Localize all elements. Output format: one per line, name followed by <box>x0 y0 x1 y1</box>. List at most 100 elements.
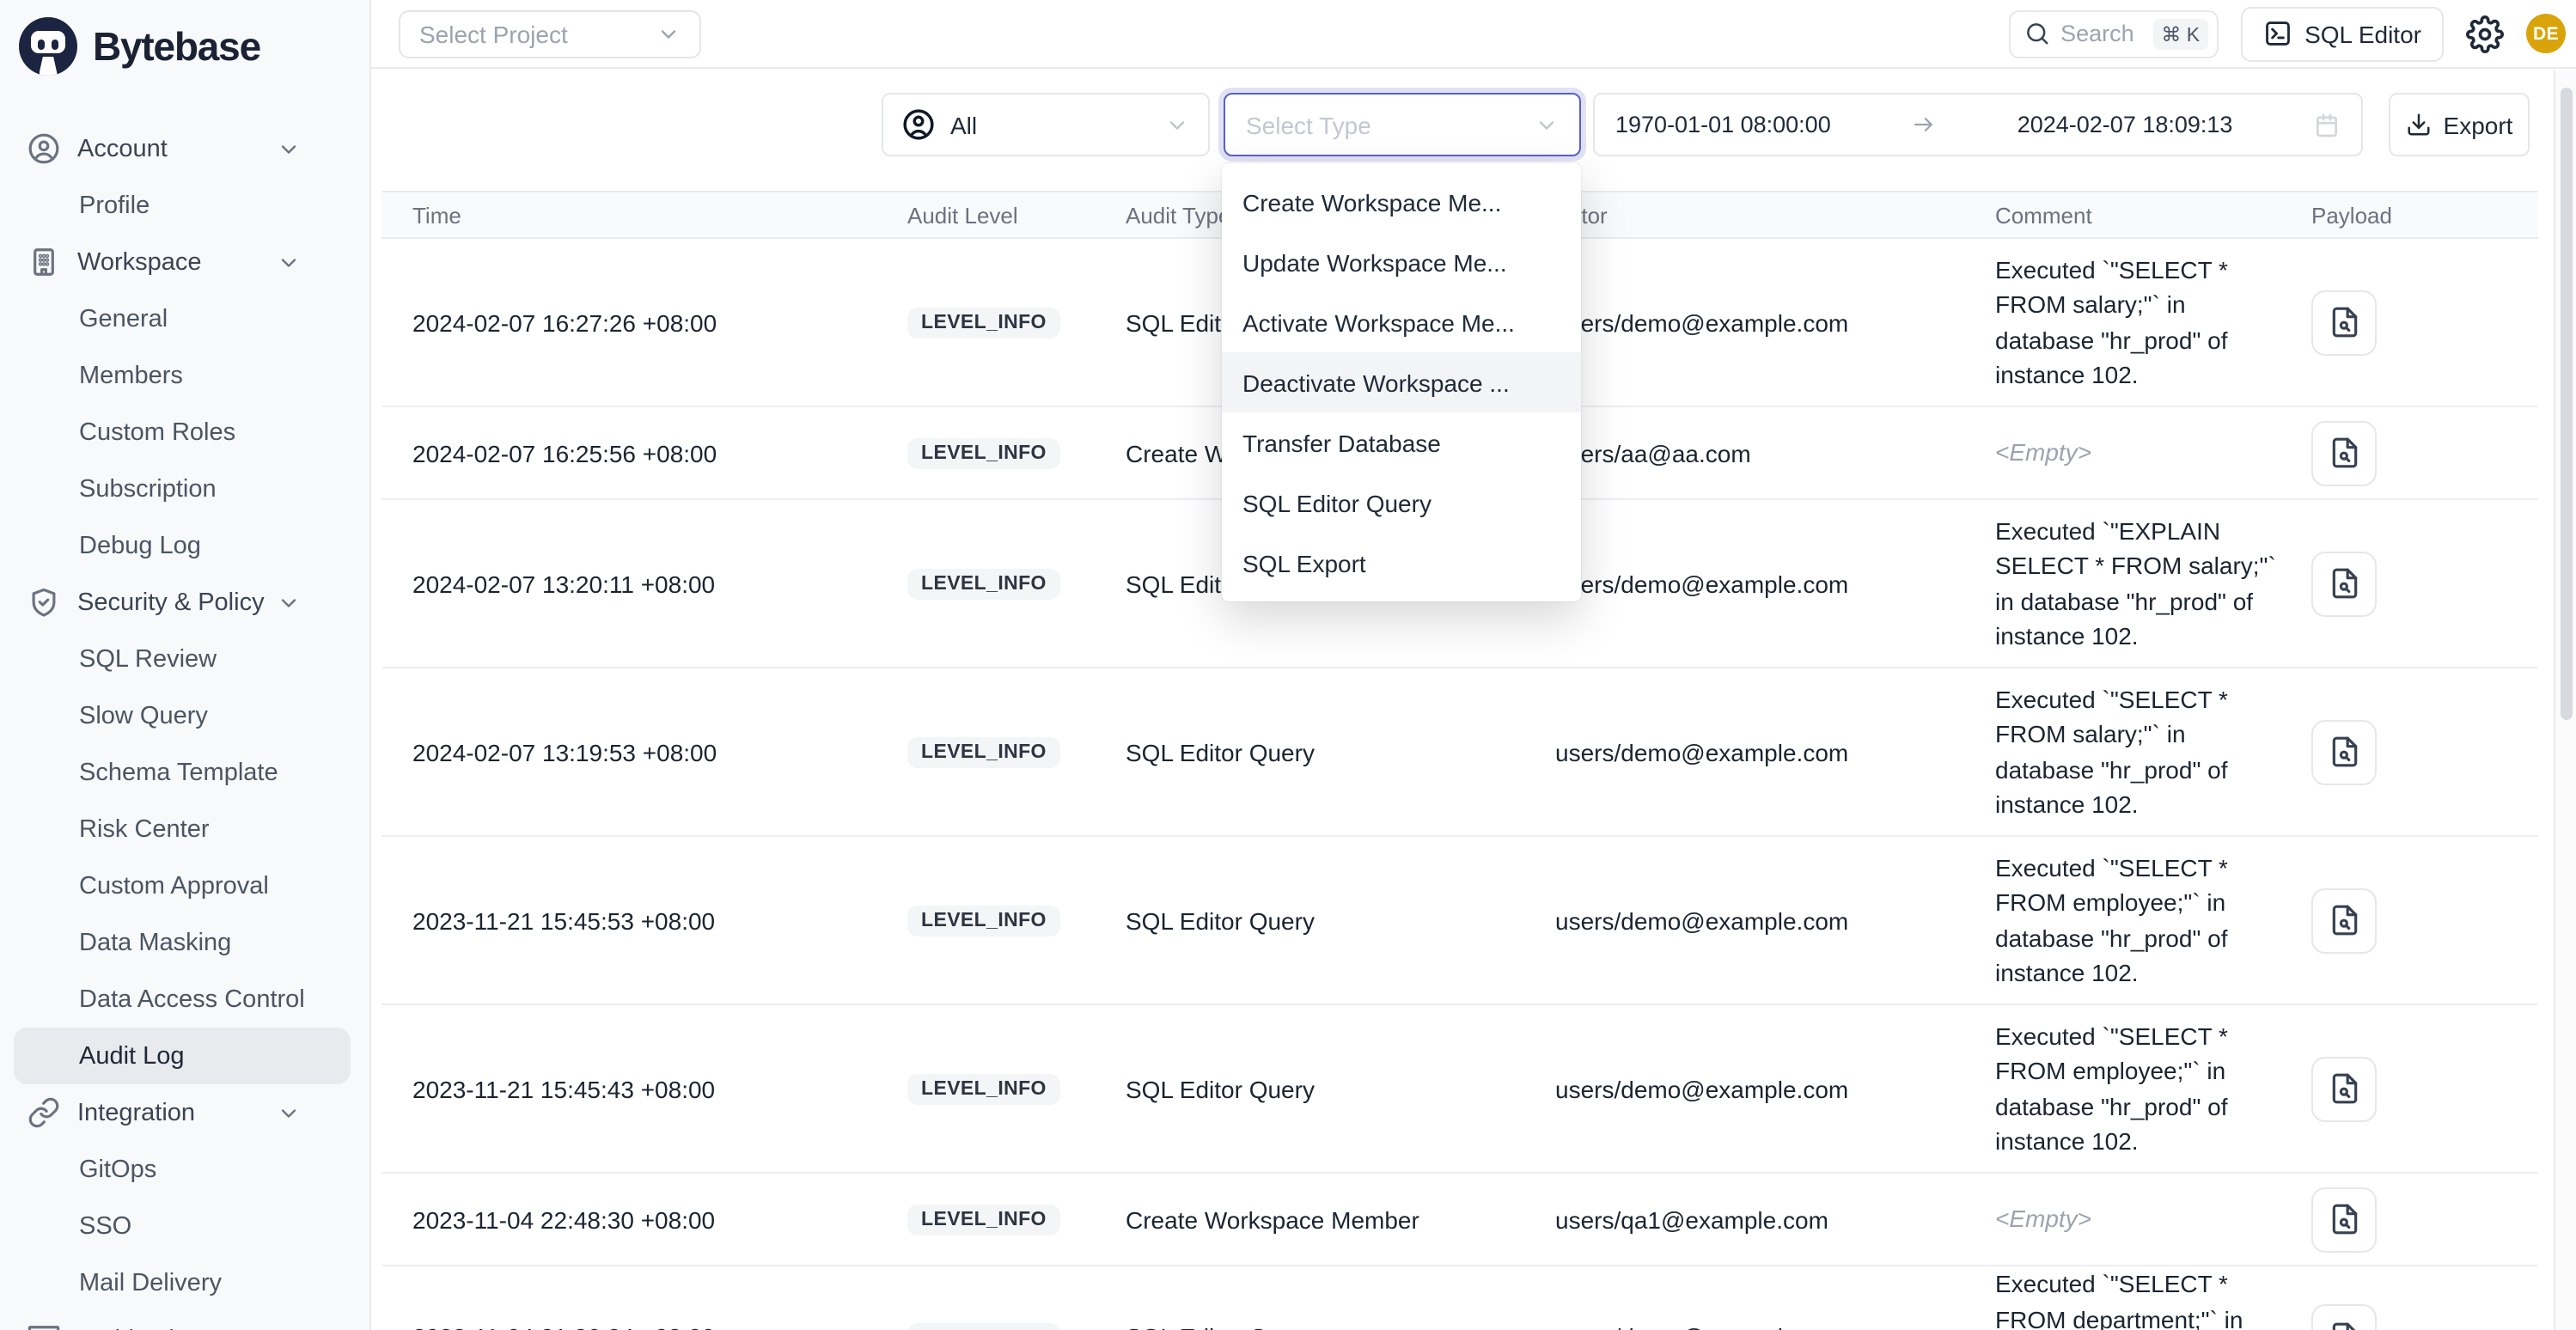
export-button[interactable]: Export <box>2389 93 2530 156</box>
sidebar-item-slow-query[interactable]: Slow Query <box>0 687 369 744</box>
type-dropdown: Create Workspace Me...Update Workspace M… <box>1222 163 1581 601</box>
search-icon <box>2024 21 2050 46</box>
search-input[interactable]: Search ⌘ K <box>2009 9 2219 58</box>
user-circle-icon <box>27 132 60 165</box>
type-option[interactable]: Update Workspace Me... <box>1222 232 1581 292</box>
payload-button[interactable] <box>2311 551 2377 616</box>
date-range-picker[interactable]: 1970-01-01 08:00:00 2024-02-07 18:09:13 <box>1593 93 2363 156</box>
time-cell: 2024-02-07 13:20:11 +08:00 <box>382 570 894 597</box>
sidebar-item-integration[interactable]: Integration <box>0 1084 369 1141</box>
sidebar-item-schema-template[interactable]: Schema Template <box>0 744 369 801</box>
sidebar-item-subscription[interactable]: Subscription <box>0 461 369 517</box>
sidebar-item-members[interactable]: Members <box>0 347 369 404</box>
payload-button[interactable] <box>2311 719 2377 784</box>
sidebar-item-label: GitOps <box>79 1156 156 1183</box>
type-filter-select[interactable]: Select Type <box>1224 93 1581 156</box>
sidebar-item-custom-approval[interactable]: Custom Approval <box>0 857 369 914</box>
sidebar-item-workspace[interactable]: Workspace <box>0 234 369 290</box>
actor-cell: users/demo@example.com <box>1538 906 1968 934</box>
file-search-icon <box>2328 904 2360 936</box>
sidebar-item-custom-roles[interactable]: Custom Roles <box>0 404 369 461</box>
scrollbar-track <box>2554 70 2576 1330</box>
payload-button[interactable] <box>2311 1304 2377 1330</box>
table-row: 2024-02-07 13:19:53 +08:00LEVEL_INFOSQL … <box>382 668 2538 837</box>
time-cell: 2023-11-21 15:45:53 +08:00 <box>382 906 894 934</box>
shield-check-icon <box>27 586 60 619</box>
actor-cell: users/aa@aa.com <box>1538 439 1968 467</box>
sidebar-item-mail-delivery[interactable]: Mail Delivery <box>0 1254 369 1311</box>
sidebar-item-security-policy[interactable]: Security & Policy <box>0 574 369 631</box>
sidebar-item-data-access-control[interactable]: Data Access Control <box>0 971 369 1028</box>
actor-cell: users/demo@example.com <box>1538 1075 1968 1102</box>
sidebar-item-general[interactable]: General <box>0 290 369 347</box>
table-row: 2023-11-04 21:26:24 +08:00LEVEL_INFOSQL … <box>382 1266 2538 1330</box>
chevron-down-icon <box>277 137 301 161</box>
audit-type-cell: SQL Editor Query <box>1100 738 1538 766</box>
actor-filter-value: All <box>950 111 977 138</box>
column-header-actor: Actor <box>1538 202 1968 228</box>
audit-level-badge: LEVEL_INFO <box>907 1322 1060 1330</box>
table-row: 2023-11-04 22:48:30 +08:00LEVEL_INFOCrea… <box>382 1174 2538 1266</box>
time-cell: 2023-11-04 22:48:30 +08:00 <box>382 1205 894 1233</box>
actor-cell: users/demo@example.com <box>1538 570 1968 597</box>
type-option[interactable]: Activate Workspace Me... <box>1222 292 1581 352</box>
type-option[interactable]: SQL Editor Query <box>1222 473 1581 533</box>
payload-cell <box>2286 888 2538 953</box>
payload-button[interactable] <box>2311 888 2377 953</box>
sidebar-item-label: Integration <box>77 1099 195 1126</box>
payload-cell <box>2286 420 2538 485</box>
audit-level-badge: LEVEL_INFO <box>907 438 1060 469</box>
sidebar-item-label: Archived <box>77 1326 174 1330</box>
audit-type-cell: SQL Editor Query <box>1100 906 1538 934</box>
payload-button[interactable] <box>2311 420 2377 485</box>
gear-icon[interactable] <box>2466 15 2504 52</box>
type-option[interactable]: Create Workspace Me... <box>1222 172 1581 232</box>
sidebar-item-label: Mail Delivery <box>79 1269 222 1296</box>
project-select[interactable]: Select Project <box>399 9 701 58</box>
sidebar-item-account[interactable]: Account <box>0 120 369 177</box>
actor-filter-select[interactable]: All <box>882 93 1210 156</box>
audit-level-cell: LEVEL_INFO <box>894 436 1100 469</box>
audit-level-badge: LEVEL_INFO <box>907 308 1060 339</box>
audit-level-cell: LEVEL_INFO <box>894 306 1100 339</box>
brand-name: Bytebase <box>93 23 260 70</box>
comment-cell: <Empty> <box>1968 1202 2286 1237</box>
sidebar-item-profile[interactable]: Profile <box>0 177 369 234</box>
scrollbar-thumb[interactable] <box>2561 88 2573 720</box>
sidebar-item-debug-log[interactable]: Debug Log <box>0 517 369 574</box>
sidebar-item-sql-review[interactable]: SQL Review <box>0 631 369 687</box>
sidebar-item-archived[interactable]: Archived <box>0 1311 369 1330</box>
sidebar-item-label: Slow Query <box>79 702 208 729</box>
main-content: Select Project Search ⌘ K SQL Editor DE <box>371 0 2576 1330</box>
sidebar-item-data-masking[interactable]: Data Masking <box>0 914 369 971</box>
audit-level-badge: LEVEL_INFO <box>907 906 1060 936</box>
chevron-down-icon <box>1535 113 1559 137</box>
sql-editor-button[interactable]: SQL Editor <box>2241 6 2444 61</box>
audit-level-cell: LEVEL_INFO <box>894 1321 1100 1330</box>
comment-text: Executed `"EXPLAIN SELECT * FROM salary;… <box>1995 513 2286 654</box>
topbar: Select Project Search ⌘ K SQL Editor DE <box>371 0 2576 69</box>
sidebar-item-label: Account <box>77 135 168 162</box>
payload-button[interactable] <box>2311 1187 2377 1252</box>
sidebar-item-label: Debug Log <box>79 532 201 559</box>
payload-cell <box>2286 1304 2538 1330</box>
sidebar-item-gitops[interactable]: GitOps <box>0 1141 369 1198</box>
project-select-label: Select Project <box>419 20 568 47</box>
payload-button[interactable] <box>2311 1056 2377 1121</box>
type-option[interactable]: Transfer Database <box>1222 412 1581 473</box>
calendar-icon <box>2313 111 2341 138</box>
type-option[interactable]: SQL Export <box>1222 533 1581 593</box>
sidebar-item-audit-log[interactable]: Audit Log <box>14 1028 351 1084</box>
audit-level-badge: LEVEL_INFO <box>907 569 1060 600</box>
file-search-icon <box>2328 1321 2360 1330</box>
chevron-down-icon <box>277 590 301 614</box>
sidebar-item-risk-center[interactable]: Risk Center <box>0 801 369 857</box>
type-option[interactable]: Deactivate Workspace ... <box>1222 352 1581 412</box>
terminal-icon <box>2263 19 2292 48</box>
payload-button[interactable] <box>2311 290 2377 355</box>
audit-type-cell: SQL Editor Query <box>1100 1075 1538 1102</box>
table-row: 2023-11-21 15:45:43 +08:00LEVEL_INFOSQL … <box>382 1005 2538 1174</box>
avatar[interactable]: DE <box>2526 14 2566 53</box>
sidebar-item-sso[interactable]: SSO <box>0 1198 369 1254</box>
bytebase-logo[interactable]: Bytebase <box>0 0 369 93</box>
